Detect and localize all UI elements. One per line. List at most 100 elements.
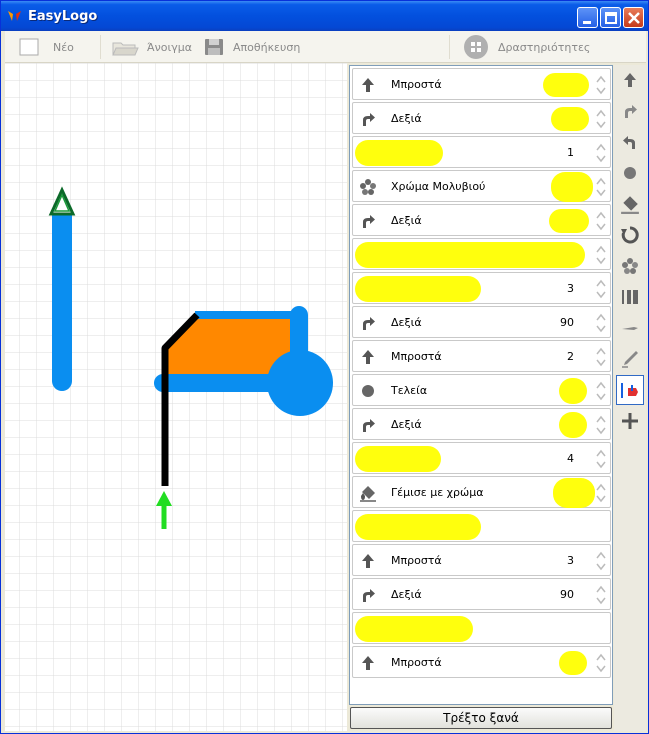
command-row-forward[interactable]: Μπροστά (352, 68, 611, 100)
palette-pen-color-button[interactable] (616, 251, 644, 281)
arrow-up-icon (362, 350, 374, 364)
highlight-mark (559, 412, 587, 438)
palette-dot-button[interactable] (616, 158, 644, 188)
arrow-up-icon (362, 78, 374, 92)
spinner-icon[interactable] (595, 650, 607, 676)
spinner-icon[interactable] (595, 140, 607, 166)
command-row-right[interactable]: Δεξιά (352, 408, 611, 440)
turn-right-icon (363, 113, 375, 126)
open-label: Άνοιγμα (147, 40, 192, 54)
pen-down-icon (622, 351, 638, 368)
turn-right-icon (363, 215, 375, 228)
blue-dot (267, 350, 333, 416)
command-row-right[interactable]: Δεξιά 90 (352, 306, 611, 338)
activities-icon (464, 35, 488, 59)
command-value: 4 (567, 452, 574, 465)
command-value: 3 (567, 282, 574, 295)
command-row-pen-color[interactable]: Χρώμα Μολυβιού (352, 170, 611, 202)
command-value: 1 (567, 146, 574, 159)
highlight-mark (355, 616, 473, 642)
maximize-button[interactable] (600, 7, 621, 28)
turn-right-icon (363, 317, 375, 330)
command-row-right[interactable]: Δεξιά (352, 204, 611, 236)
pen-up-icon (622, 327, 638, 330)
command-row-right[interactable]: Δεξιά 90 (352, 578, 611, 610)
palette-right-button[interactable] (616, 96, 644, 126)
window-title: EasyLogo (28, 9, 98, 24)
spinner-icon[interactable] (595, 446, 607, 472)
highlight-mark (559, 651, 587, 675)
command-row[interactable] (352, 612, 611, 644)
command-label: Τελεία (391, 384, 428, 397)
spinner-icon[interactable] (595, 310, 607, 336)
new-document-icon (19, 38, 39, 56)
program-list[interactable]: Μπροστά Δεξιά 1 Χρώμα Μολυβιού Δεξιά 3 Δ… (349, 65, 613, 705)
spinner-icon[interactable] (595, 174, 607, 200)
save-button[interactable]: Αποθήκευση (203, 31, 300, 63)
fill-bucket-icon (621, 196, 639, 214)
highlight-mark (543, 73, 589, 97)
command-row[interactable] (352, 510, 611, 542)
command-row[interactable]: 4 (352, 442, 611, 474)
command-label: Μπροστά (391, 656, 442, 669)
close-button[interactable] (623, 7, 644, 28)
spinner-icon[interactable] (595, 276, 607, 302)
dot-icon (362, 385, 374, 397)
spinner-icon[interactable] (595, 548, 607, 574)
turn-right-icon (625, 105, 637, 118)
command-row[interactable]: 1 (352, 136, 611, 168)
turn-left-icon (623, 136, 635, 149)
command-label: Μπροστά (391, 78, 442, 91)
command-row[interactable] (352, 238, 611, 270)
palette-pen-width-button[interactable] (616, 282, 644, 312)
command-row-forward[interactable]: Μπροστά (352, 646, 611, 678)
palette-pen-down-button[interactable] (616, 344, 644, 374)
command-value: 90 (560, 316, 574, 329)
palette-pen-up-button[interactable] (616, 313, 644, 343)
command-label: Δεξιά (391, 316, 422, 329)
palette-turtle-button[interactable] (616, 375, 644, 405)
spinner-icon[interactable] (595, 412, 607, 438)
dot-icon (624, 167, 636, 179)
command-row-forward[interactable]: Μπροστά 2 (352, 340, 611, 372)
new-button[interactable]: Νέο (19, 31, 74, 63)
activities-button[interactable]: Δραστηριότητες (462, 31, 590, 63)
spinner-icon[interactable] (595, 480, 607, 506)
palette-repeat-button[interactable] (616, 220, 644, 250)
pen-width-icon (622, 290, 638, 304)
command-row-forward[interactable]: Μπροστά 3 (352, 544, 611, 576)
command-row[interactable]: 3 (352, 272, 611, 304)
spinner-icon[interactable] (595, 344, 607, 370)
drawing-canvas[interactable] (5, 63, 347, 731)
save-disk-icon (205, 39, 223, 55)
palette-left-button[interactable] (616, 127, 644, 157)
palette-fill-button[interactable] (616, 189, 644, 219)
spinner-icon[interactable] (595, 242, 607, 268)
minimize-icon (583, 21, 591, 24)
spinner-icon[interactable] (595, 378, 607, 404)
command-value: 3 (567, 554, 574, 567)
highlight-mark (355, 242, 585, 268)
command-row-dot[interactable]: Τελεία (352, 374, 611, 406)
minimize-button[interactable] (577, 7, 598, 28)
turtle-marker-icon (621, 383, 638, 398)
spinner-icon[interactable] (595, 208, 607, 234)
highlight-mark (355, 140, 443, 166)
save-label: Αποθήκευση (233, 40, 301, 54)
open-button[interactable]: Άνοιγμα (111, 31, 192, 63)
app-window: EasyLogo Νέο Άνοιγμα Αποθήκευση Δραστηρι… (0, 0, 649, 734)
command-row-fill[interactable]: Γέμισε με χρώμα (352, 476, 611, 508)
palette-forward-button[interactable] (616, 65, 644, 95)
spinner-icon[interactable] (595, 72, 607, 98)
pen-color-palette-icon (622, 258, 638, 274)
command-label: Γέμισε με χρώμα (391, 486, 484, 499)
run-again-button[interactable]: Τρέξτο ξανά (350, 707, 612, 729)
spinner-icon[interactable] (595, 106, 607, 132)
plus-icon (622, 413, 638, 429)
highlight-mark (559, 378, 587, 404)
command-row-right[interactable]: Δεξιά (352, 102, 611, 134)
close-icon (628, 12, 640, 24)
spinner-icon[interactable] (595, 582, 607, 608)
command-label: Δεξιά (391, 418, 422, 431)
palette-add-button[interactable] (616, 406, 644, 436)
